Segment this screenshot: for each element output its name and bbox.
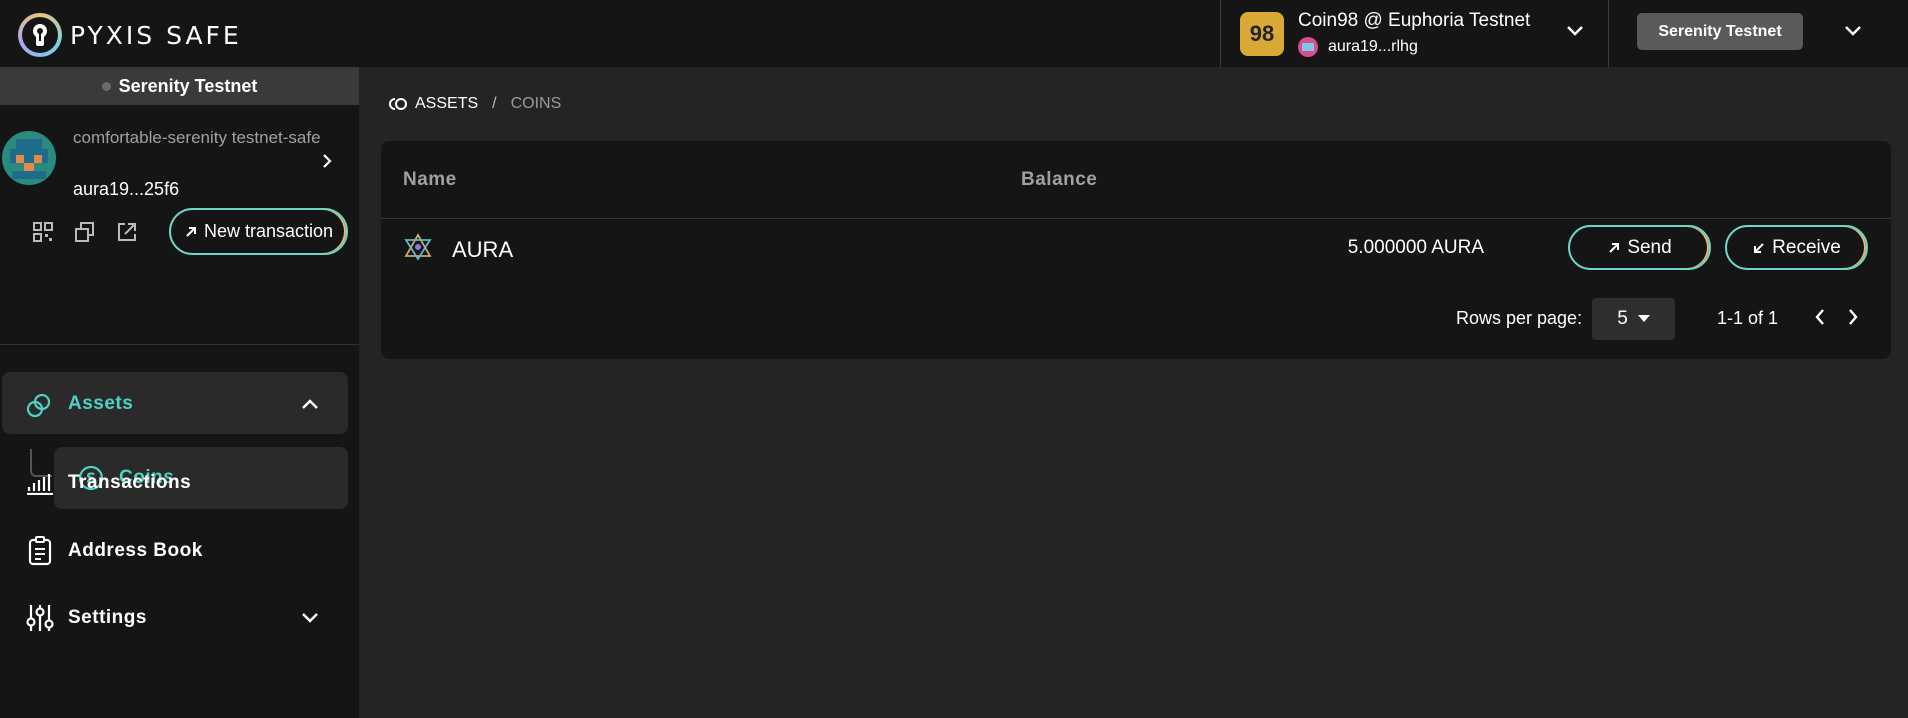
breadcrumb-separator: / [492, 95, 497, 112]
status-dot-icon [101, 81, 111, 91]
aura-token-icon [404, 233, 432, 261]
header-divider [1220, 0, 1221, 67]
safe-address: aura19...25f6 [73, 179, 180, 199]
sidebar-item-label: Settings [68, 607, 147, 628]
rows-per-page-label: Rows per page: [1456, 308, 1583, 328]
header-divider [1608, 0, 1609, 67]
table-divider [381, 218, 1891, 219]
network-label: Serenity Testnet [118, 75, 258, 96]
coin-balance: 5.000000 AURA [1347, 237, 1484, 258]
wallet-selector[interactable]: 98 Coin98 @ Euphoria Testnet aura19...rl… [1240, 10, 1530, 57]
sidebar-item-label: Assets [68, 393, 134, 414]
bar-chart-icon [27, 474, 53, 495]
coin-name: AURA [452, 237, 514, 262]
column-header-balance: Balance [1021, 169, 1098, 190]
safe-name: comfortable-serenity testnet-safe [73, 128, 321, 147]
sidebar-divider [0, 344, 359, 345]
wallet-address: aura19...rlhg [1328, 38, 1418, 55]
logo-text: PYXIS SAFE [70, 20, 242, 50]
coin98-wallet-icon: 98 [1240, 11, 1284, 56]
sidebar-item-transactions[interactable]: Transactions [0, 457, 348, 507]
network-chevron-down-icon[interactable] [1844, 25, 1862, 37]
app-logo[interactable]: PYXIS SAFE [18, 13, 242, 57]
receive-label: Receive [1772, 236, 1841, 258]
chevron-up-icon[interactable] [301, 398, 319, 410]
arrow-down-left-icon [1754, 242, 1764, 253]
rows-per-page-select[interactable]: 5 [1592, 298, 1675, 340]
receive-button[interactable]: Receive [1725, 225, 1868, 270]
sidebar-item-label: Address Book [68, 540, 203, 561]
coins-table: Name Balance AURA 5.000000 AURA Send Rec… [381, 141, 1891, 359]
external-link-icon[interactable] [116, 221, 138, 243]
sidebar-item-assets[interactable]: Assets [2, 372, 348, 434]
wallet-avatar [1298, 37, 1318, 57]
breadcrumb-coins: COINS [510, 95, 562, 112]
new-transaction-button[interactable]: New transaction [169, 208, 348, 255]
clipboard-icon [28, 536, 52, 566]
chevron-down-icon[interactable] [301, 612, 319, 624]
network-button[interactable]: Serenity Testnet [1637, 13, 1803, 50]
new-transaction-label: New transaction [203, 221, 334, 241]
assets-icon [389, 98, 407, 110]
previous-page-icon[interactable] [1814, 307, 1826, 327]
breadcrumb-assets[interactable]: ASSETS [389, 95, 478, 113]
assets-icon [26, 393, 51, 418]
chevron-right-icon[interactable] [322, 153, 332, 169]
logo-icon [18, 13, 62, 57]
safe-avatar [2, 131, 56, 185]
arrow-up-right-icon [1609, 242, 1620, 253]
arrow-up-right-icon [186, 226, 196, 237]
pagination-range: 1-1 of 1 [1717, 308, 1779, 328]
sidebar-item-settings[interactable]: Settings [0, 592, 348, 642]
caret-down-icon [1637, 315, 1650, 322]
sliders-icon [26, 605, 54, 631]
copy-icon[interactable] [74, 221, 96, 243]
next-page-icon[interactable] [1847, 307, 1859, 327]
sidebar: Serenity Testnet comfortable-serenity te… [0, 67, 359, 718]
rows-per-page-value: 5 [1617, 308, 1628, 329]
column-header-name: Name [403, 169, 457, 190]
qr-code-icon[interactable] [32, 221, 54, 243]
breadcrumb: ASSETS / COINS [389, 95, 561, 113]
send-button[interactable]: Send [1568, 225, 1711, 270]
wallet-chevron-down-icon[interactable] [1566, 25, 1584, 37]
wallet-name: Coin98 @ Euphoria Testnet [1298, 10, 1531, 31]
network-strip: Serenity Testnet [0, 67, 359, 105]
sidebar-item-label: Transactions [68, 472, 192, 493]
top-header: PYXIS SAFE 98 Coin98 @ Euphoria Testnet … [0, 0, 1908, 67]
breadcrumb-assets-label: ASSETS [415, 95, 479, 112]
send-label: Send [1627, 236, 1672, 258]
sidebar-item-address-book[interactable]: Address Book [0, 525, 348, 575]
